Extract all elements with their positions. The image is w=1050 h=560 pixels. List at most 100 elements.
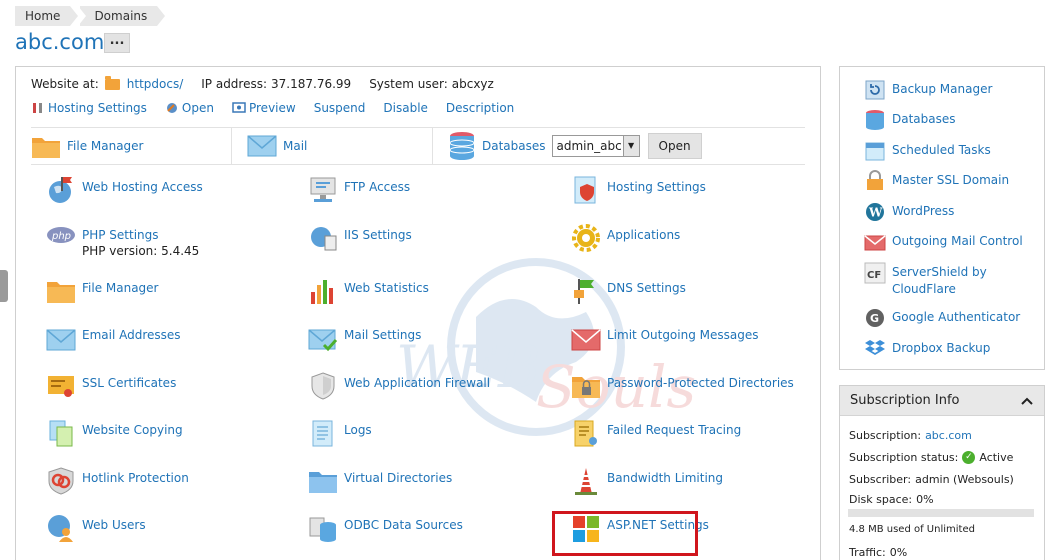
tool-iis-settings[interactable]: IIS Settings — [308, 223, 412, 253]
tool-label: Web Application Firewall — [344, 376, 491, 390]
database-select-value: admin_abc — [556, 139, 622, 153]
tool-failed-request-tracing[interactable]: Failed Request Tracing — [571, 418, 741, 448]
tool-email-addresses[interactable]: Email Addresses — [46, 323, 181, 353]
svg-text:CF: CF — [867, 270, 881, 281]
open-label: Open — [181, 101, 214, 115]
description-action[interactable]: Description — [446, 101, 514, 115]
tool-virtual-directories[interactable]: Virtual Directories — [308, 466, 452, 496]
tool-hotlink-protection[interactable]: Hotlink Protection — [46, 466, 189, 496]
sidebar-item-scheduled-tasks[interactable]: Scheduled Tasks — [864, 140, 991, 162]
bar-chart-icon — [311, 280, 333, 304]
tool-odbc-data-sources[interactable]: ODBC Data Sources — [308, 513, 463, 543]
subscriber-value: admin (Websouls) — [915, 473, 1014, 486]
sidebar-item-dropbox-backup[interactable]: Dropbox Backup — [864, 338, 990, 360]
tool-mail-settings[interactable]: Mail Settings — [308, 323, 421, 353]
sidebar-item-outgoing-mail-control[interactable]: Outgoing Mail Control — [864, 231, 1023, 253]
page-title: abc.com — [15, 30, 105, 54]
google-auth-icon: G — [866, 309, 884, 327]
sidebar-item-servershield[interactable]: CF ServerShield by CloudFlare — [864, 262, 1024, 298]
quick-file-manager[interactable]: File Manager — [31, 128, 232, 164]
database-icon — [449, 132, 475, 160]
tool-label: File Manager — [82, 281, 159, 295]
tool-file-manager[interactable]: File Manager — [46, 276, 159, 306]
sidebar-item-backup-manager[interactable]: Backup Manager — [864, 79, 992, 101]
sidebar-item-google-authenticator[interactable]: G Google Authenticator — [864, 307, 1020, 329]
breadcrumb-home[interactable]: Home — [15, 6, 79, 26]
tool-label: FTP Access — [344, 180, 411, 194]
tool-label: Failed Request Tracing — [607, 423, 742, 437]
suspend-action[interactable]: Suspend — [314, 101, 366, 115]
hosting-settings-action[interactable]: Hosting Settings — [31, 101, 147, 115]
tool-label: Mail Settings — [344, 328, 422, 342]
folder-icon — [32, 138, 60, 158]
tool-hosting-settings[interactable]: Hosting Settings — [571, 175, 706, 205]
database-open-button[interactable]: Open — [647, 133, 702, 159]
open-globe-icon — [166, 103, 177, 113]
preview-label: Preview — [248, 101, 296, 115]
status-label: Subscription status: — [849, 451, 959, 464]
traffic-label: Traffic: — [849, 546, 886, 559]
sidebar-item-label: Master SSL Domain — [892, 173, 1010, 187]
tool-website-copying[interactable]: Website Copying — [46, 418, 183, 448]
website-info: Website at: httpdocs/ IP address: 37.187… — [31, 75, 508, 91]
httpdocs-link[interactable]: httpdocs/ — [127, 77, 183, 91]
tool-bandwidth-limiting[interactable]: Bandwidth Limiting — [571, 466, 723, 496]
tool-label: Applications — [607, 228, 681, 242]
php-version: PHP version: 5.4.45 — [82, 244, 200, 258]
breadcrumb: Home Domains — [15, 6, 166, 26]
quick-access-bar: File Manager Mail Databases admin_abc ▼ … — [31, 127, 805, 165]
tool-label: Website Copying — [82, 423, 183, 437]
subscription-status-row: Subscription status: ✓ Active — [849, 451, 1013, 464]
outgoing-mail-icon — [864, 235, 886, 251]
hotlink-shield-icon — [48, 467, 74, 495]
tool-web-statistics[interactable]: Web Statistics — [308, 276, 429, 306]
domain-tools-panel: Website at: httpdocs/ IP address: 37.187… — [15, 66, 821, 560]
tool-logs[interactable]: Logs — [308, 418, 372, 448]
more-button[interactable]: ... — [104, 33, 130, 53]
tool-ssl-certificates[interactable]: SSL Certificates — [46, 371, 176, 401]
breadcrumb-domains[interactable]: Domains — [78, 6, 166, 26]
disable-action[interactable]: Disable — [383, 101, 428, 115]
tool-applications[interactable]: Applications — [571, 223, 680, 253]
sidebar-item-wordpress[interactable]: W WordPress — [864, 201, 954, 223]
quick-databases-label[interactable]: Databases — [482, 139, 546, 153]
disk-value: 0% — [916, 493, 934, 506]
open-action[interactable]: Open — [165, 101, 214, 115]
subscription-info-header[interactable]: Subscription Info — [840, 386, 1044, 416]
tool-ftp-access[interactable]: FTP Access — [308, 175, 410, 205]
tool-label: Hotlink Protection — [82, 471, 189, 485]
cloudflare-icon: CF — [864, 262, 886, 284]
chevron-up-icon[interactable] — [1020, 396, 1034, 406]
subscription-row: Subscription: abc.com — [849, 429, 972, 442]
bandwidth-tower-icon — [575, 468, 597, 495]
system-user-label: System user: — [369, 77, 448, 91]
preview-action[interactable]: Preview — [232, 101, 296, 115]
sidebar-item-master-ssl-domain[interactable]: Master SSL Domain — [864, 170, 1009, 192]
locked-folder-icon — [572, 377, 600, 398]
tool-label: Web Users — [82, 518, 146, 532]
calendar-icon — [865, 142, 885, 161]
tool-php-settings[interactable]: php PHP Settings PHP version: 5.4.45 — [46, 223, 199, 259]
tool-limit-outgoing-messages[interactable]: Limit Outgoing Messages — [571, 323, 759, 353]
preview-icon — [232, 102, 246, 113]
database-select[interactable]: admin_abc ▼ — [551, 135, 640, 157]
sidebar-item-label: Databases — [892, 112, 956, 126]
tool-web-application-firewall[interactable]: Web Application Firewall — [308, 371, 490, 401]
sidebar-item-databases[interactable]: Databases — [864, 109, 956, 131]
iis-globe-icon — [311, 227, 337, 251]
quick-mail[interactable]: Mail — [232, 128, 433, 164]
side-collapse-tab[interactable] — [0, 270, 8, 302]
disk-usage-bar — [848, 509, 1034, 517]
tool-web-users[interactable]: Web Users — [46, 513, 146, 543]
tool-password-protected-directories[interactable]: Password-Protected Directories — [571, 371, 794, 401]
tool-label: Virtual Directories — [344, 471, 453, 485]
tool-label: SSL Certificates — [82, 376, 177, 390]
subscription-link[interactable]: abc.com — [925, 429, 972, 442]
subscriber-row: Subscriber: admin (Websouls) — [849, 473, 1014, 486]
aspnet-highlight-box — [552, 511, 698, 556]
svg-text:W: W — [868, 206, 883, 220]
tool-dns-settings[interactable]: DNS Settings — [571, 276, 686, 306]
envelope-icon — [46, 329, 76, 351]
wordpress-icon: W — [866, 203, 884, 221]
tool-web-hosting-access[interactable]: Web Hosting Access — [46, 175, 203, 205]
